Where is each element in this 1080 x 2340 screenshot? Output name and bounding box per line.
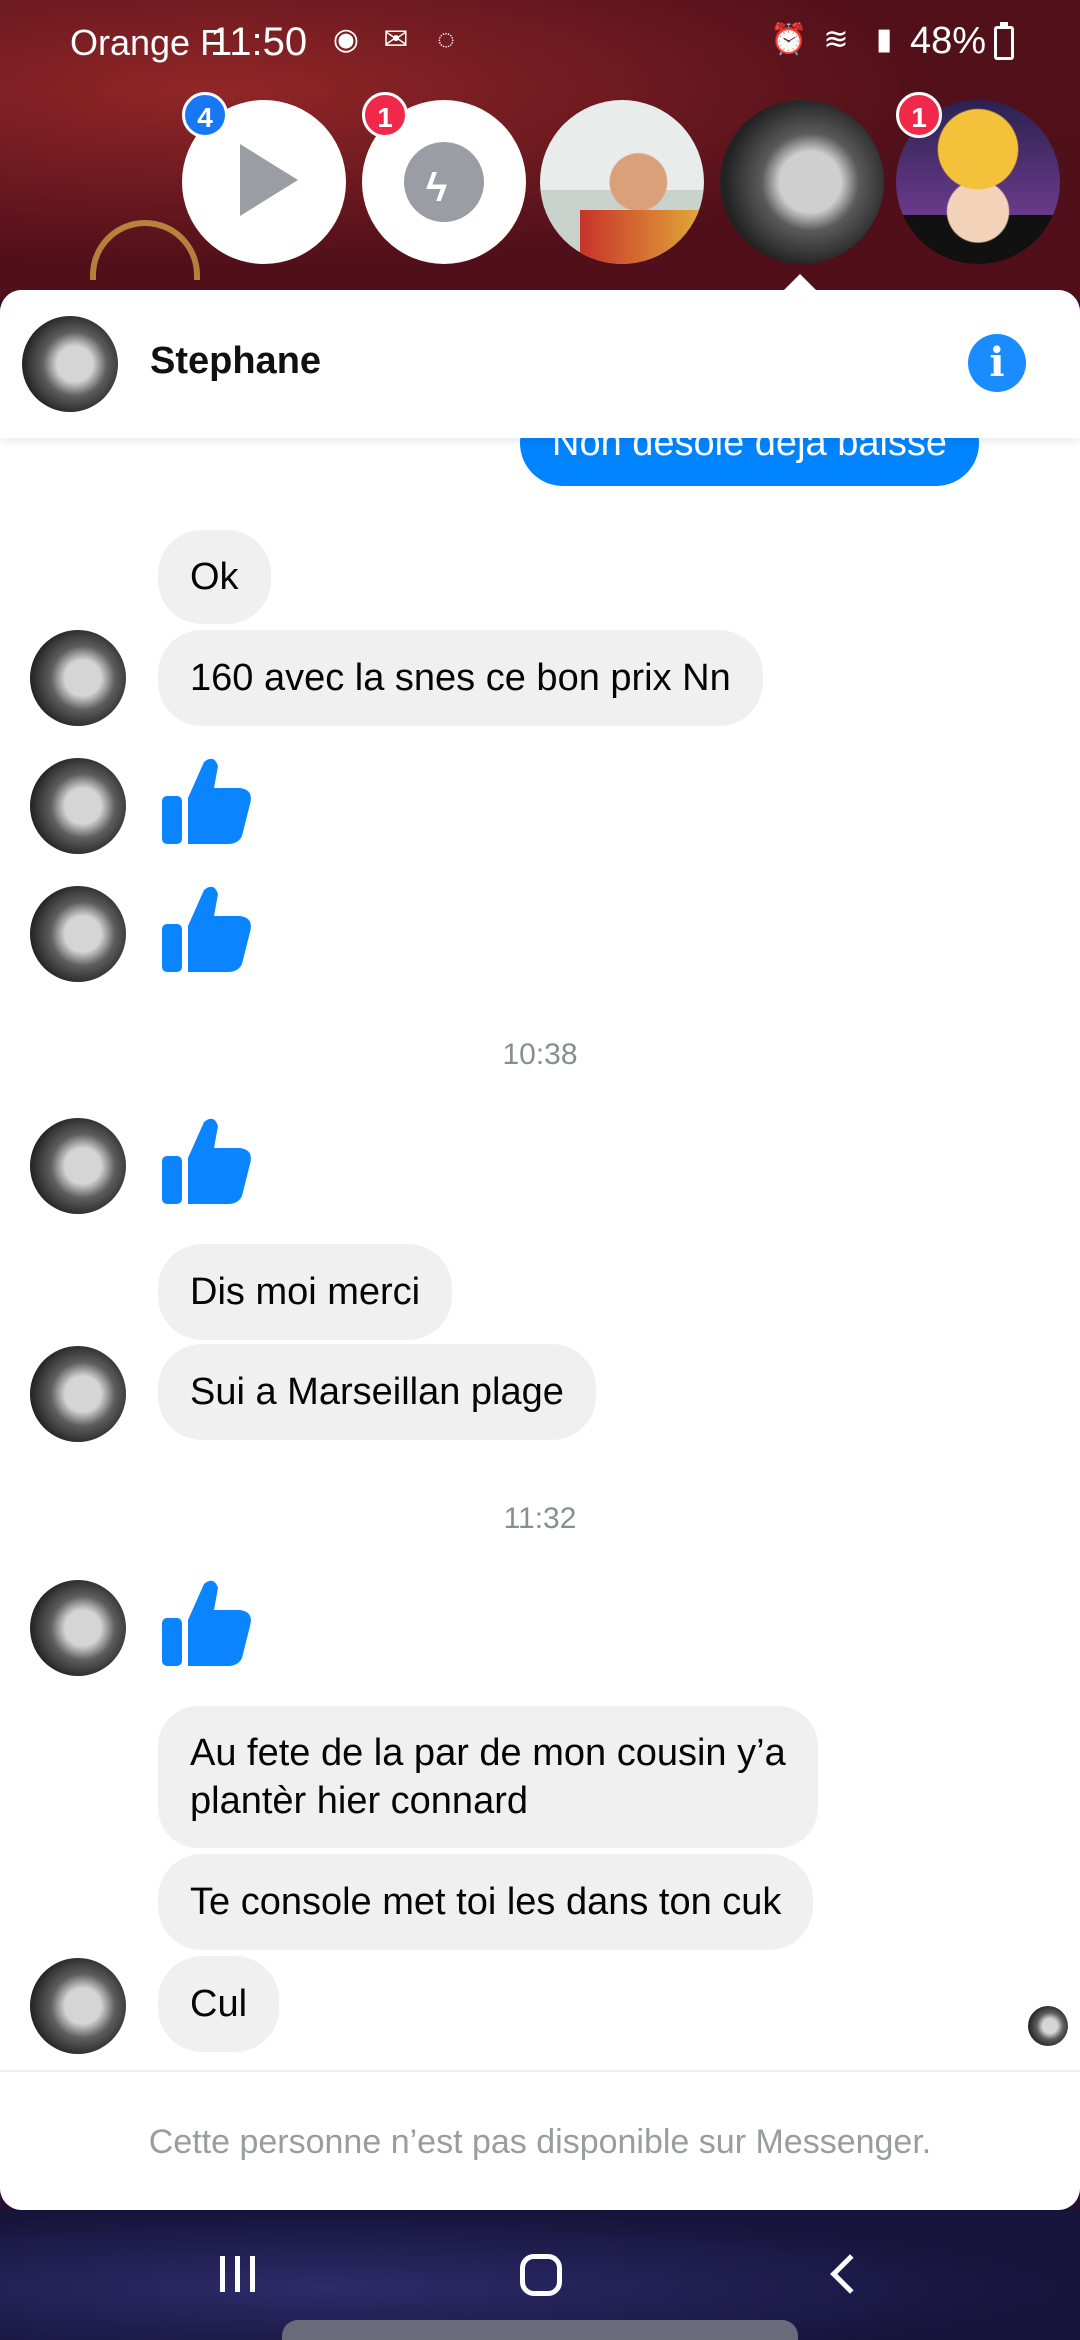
active-head-pointer: [784, 274, 816, 290]
timestamp: 11:32: [503, 1502, 577, 1535]
info-icon[interactable]: i: [968, 334, 1026, 392]
contact-head-man[interactable]: [540, 100, 704, 264]
received-message[interactable]: Dis moi merci: [158, 1244, 453, 1340]
recent-apps-button[interactable]: [220, 2256, 255, 2292]
home-button[interactable]: [520, 2254, 562, 2296]
head-badge: 1: [896, 92, 942, 138]
gmail-notification-icon: ✉: [383, 23, 409, 56]
like-thumb-icon[interactable]: [158, 1112, 254, 1208]
chat-heads-row: 4 ϟ 1 1: [0, 92, 1080, 270]
contact-avatar[interactable]: [30, 1958, 126, 2054]
like-thumb-icon[interactable]: [158, 752, 254, 848]
contact-head-stephane[interactable]: [720, 100, 884, 264]
battery-percent: 48%: [910, 20, 987, 62]
contact-avatar[interactable]: [30, 1118, 126, 1214]
status-bar: Orange F 11:50 ◉ ✉ ◌ ⏰ ≋ ▮ 48%: [0, 0, 1080, 84]
conversation-header: Stephane i: [0, 290, 1080, 438]
signal-icon: ▮: [875, 23, 893, 56]
received-message[interactable]: Sui a Marseillan plage: [158, 1344, 596, 1440]
timestamp: 10:38: [502, 1038, 578, 1071]
messenger-notification-icon: ◉: [332, 23, 360, 56]
play-icon: [240, 144, 298, 216]
received-message-multiline[interactable]: Au fete de la par de mon cousin y’a plan…: [158, 1706, 818, 1848]
battery-icon: [994, 22, 1014, 60]
carrier-label: Orange F: [70, 22, 223, 63]
clock: 11:50: [210, 20, 308, 64]
message-line: plantèr hier connard: [190, 1780, 528, 1822]
notification-icons: ◉ ✉ ◌: [328, 22, 464, 58]
back-button[interactable]: [830, 2254, 870, 2294]
received-message[interactable]: Te console met toi les dans ton cuk: [158, 1854, 814, 1950]
read-receipt-avatar: [1028, 2006, 1068, 2046]
contact-avatar[interactable]: [30, 758, 126, 854]
keyboard-handle: [282, 2320, 798, 2340]
contact-avatar[interactable]: [30, 886, 126, 982]
like-thumb-icon[interactable]: [158, 1574, 254, 1670]
wifi-icon: ≋: [823, 23, 849, 56]
message-list[interactable]: Non desole deja baisse Ok 160 avec la sn…: [0, 290, 1080, 2070]
received-message[interactable]: Ok: [158, 530, 271, 624]
messenger-outline-notification-icon: ◌: [437, 23, 455, 56]
head-badge: 1: [362, 92, 408, 138]
like-thumb-icon[interactable]: [158, 880, 254, 976]
unavailable-notice: Cette personne n’est pas disponible sur …: [0, 2070, 1080, 2210]
received-message[interactable]: Cul: [158, 1956, 280, 2052]
chat-panel: Non desole deja baisse Ok 160 avec la sn…: [0, 290, 1080, 2210]
contact-avatar[interactable]: [30, 630, 126, 726]
received-message[interactable]: 160 avec la snes ce bon prix Nn: [158, 630, 763, 726]
header-avatar[interactable]: [22, 316, 118, 412]
contact-avatar[interactable]: [30, 1580, 126, 1676]
message-line: Au fete de la par de mon cousin y’a: [190, 1732, 786, 1774]
alarm-icon: ⏰: [770, 23, 808, 56]
system-icons: ⏰ ≋ ▮: [770, 22, 902, 58]
messenger-bolt-icon: ϟ: [426, 166, 448, 210]
contact-avatar[interactable]: [30, 1346, 126, 1442]
head-badge: 4: [182, 92, 228, 138]
contact-name[interactable]: Stephane: [150, 340, 321, 383]
